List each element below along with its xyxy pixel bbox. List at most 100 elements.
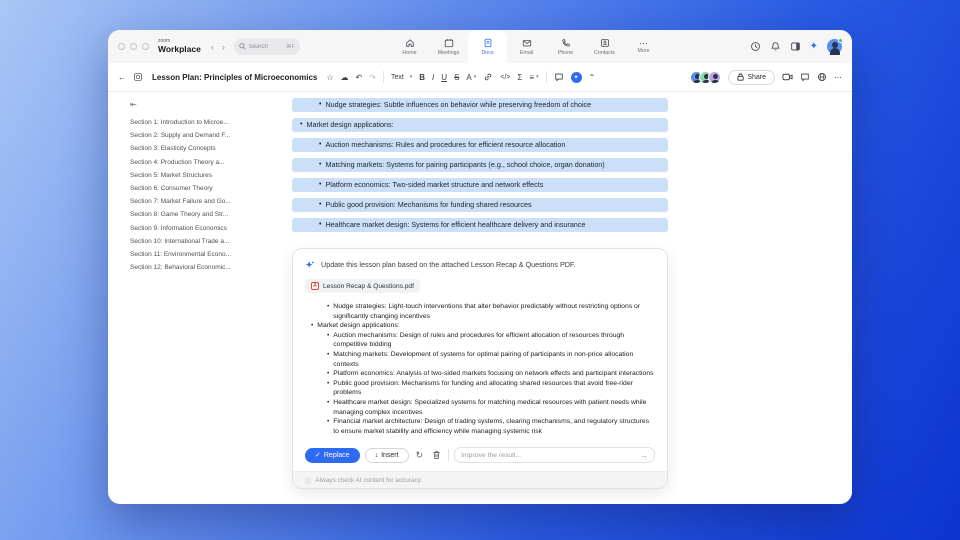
tab-meetings[interactable]: Meetings: [429, 30, 468, 63]
notifications-bell-icon[interactable]: [770, 41, 781, 52]
doc-home-icon[interactable]: [133, 72, 143, 82]
formula-button[interactable]: Σ: [517, 73, 522, 82]
tab-contacts[interactable]: Contacts: [585, 30, 624, 63]
user-avatar[interactable]: [827, 38, 843, 55]
sidebar-section-item[interactable]: Section 4: Production Theory a...: [130, 156, 280, 169]
highlighted-line[interactable]: Auction mechanisms: Rules and procedures…: [292, 138, 668, 152]
underline-button[interactable]: U: [441, 73, 447, 82]
tab-phone[interactable]: Phone: [546, 30, 585, 63]
code-button[interactable]: </>: [500, 74, 510, 81]
improve-result-input[interactable]: [461, 451, 636, 459]
app-window: zoom Workplace ‹ › Search ⌘F Home Meetin…: [108, 30, 852, 504]
favorite-star-icon[interactable]: ☆: [326, 73, 333, 82]
highlighted-line[interactable]: Nudge strategies: Subtle influences on b…: [292, 98, 668, 112]
sidebar-section-item[interactable]: Section 12: Behavioral Economic...: [130, 261, 280, 274]
email-icon: [522, 39, 531, 46]
tab-email[interactable]: Email: [507, 30, 546, 63]
minimize-window-button[interactable]: [130, 43, 137, 50]
maximize-window-button[interactable]: [142, 43, 149, 50]
undo-button[interactable]: ↶: [356, 73, 363, 82]
highlighted-line[interactable]: Market design applications:: [292, 118, 668, 132]
tab-more[interactable]: ⋯ More: [624, 30, 663, 63]
italic-button[interactable]: I: [432, 73, 434, 82]
document-title[interactable]: Lesson Plan: Principles of Microeconomic…: [152, 73, 317, 82]
sidebar-section-item[interactable]: Section 10: International Trade a...: [130, 235, 280, 248]
ai-result-bullet: Nudge strategies: Light-touch interventi…: [327, 302, 655, 321]
regenerate-button[interactable]: ↻: [414, 450, 426, 460]
sidebar-section-item[interactable]: Section 3: Elasticity Concepts: [130, 142, 280, 155]
sidebar-section-item[interactable]: Section 9: Information Economics: [130, 222, 280, 235]
redo-button[interactable]: ↷: [369, 73, 376, 82]
sidebar-section-item[interactable]: Section 2: Supply and Demand F...: [130, 129, 280, 142]
collapse-toolbar-button[interactable]: ⌃: [589, 73, 596, 82]
ai-result-bullet: Matching markets: Development of systems…: [327, 350, 655, 369]
side-panel-icon[interactable]: [790, 41, 801, 52]
highlighted-text-block: Nudge strategies: Subtle influences on b…: [292, 98, 668, 238]
ai-result-bullet: Market design applications:: [311, 321, 655, 331]
video-camera-icon[interactable]: [782, 72, 793, 82]
sidebar-section-item[interactable]: Section 11: Environmental Econo...: [130, 248, 280, 261]
close-window-button[interactable]: [118, 43, 125, 50]
home-icon: [405, 38, 414, 47]
comment-icon[interactable]: [554, 72, 564, 82]
highlighted-line[interactable]: Matching markets: Systems for pairing pa…: [292, 158, 668, 172]
highlighted-line[interactable]: Platform economics: Two-sided market str…: [292, 178, 668, 192]
collapse-sidebar-icon[interactable]: ⇤: [130, 100, 280, 109]
attachment-name: Lesson Recap & Questions.pdf: [323, 282, 414, 290]
ai-result-bullet: Platform economics: Analysis of two-side…: [327, 369, 655, 379]
tab-home[interactable]: Home: [390, 30, 429, 63]
collaborator-avatar: [708, 70, 722, 84]
replace-button[interactable]: ✓ Replace: [305, 447, 360, 463]
sidebar-section-item[interactable]: Section 1: Introduction to Microe...: [130, 116, 280, 129]
list-format-dropdown[interactable]: ≡ ▾: [529, 73, 538, 82]
nav-forward-button[interactable]: ›: [222, 42, 225, 52]
sidebar-section-item[interactable]: Section 6: Consumer Theory: [130, 182, 280, 195]
chevron-down-icon: ▾: [409, 74, 413, 80]
chat-icon[interactable]: [800, 72, 810, 82]
status-dot: [838, 38, 843, 43]
history-icon[interactable]: [750, 41, 761, 52]
trash-icon: [433, 451, 440, 459]
more-dots-icon: ⋯: [639, 37, 648, 48]
insert-button[interactable]: ↓ Insert: [364, 447, 409, 463]
chevron-down-icon: ▾: [473, 74, 477, 80]
more-options-button[interactable]: ⋯: [834, 73, 842, 82]
bold-button[interactable]: B: [419, 73, 425, 82]
delete-result-button[interactable]: [430, 450, 443, 460]
share-button[interactable]: Share: [728, 69, 775, 85]
strikethrough-button[interactable]: S: [454, 73, 459, 82]
chevron-down-icon: ▾: [536, 74, 539, 80]
sidebar-section-item[interactable]: Section 8: Game Theory and Str...: [130, 208, 280, 221]
back-button[interactable]: ←: [118, 73, 126, 82]
sidebar-section-item[interactable]: Section 7: Market Failure and Go...: [130, 195, 280, 208]
globe-icon[interactable]: [817, 72, 827, 82]
ai-sparkle-icon: [305, 261, 315, 268]
text-style-dropdown[interactable]: Text ▾: [391, 74, 412, 81]
ai-result-bullet: Financial market architecture: Design of…: [327, 417, 655, 436]
document-icon: [484, 38, 491, 47]
titlebar: zoom Workplace ‹ › Search ⌘F Home Meetin…: [108, 30, 852, 63]
ai-assistant-button[interactable]: ✦: [570, 71, 582, 83]
submit-arrow-icon[interactable]: →: [640, 451, 648, 460]
phone-icon: [561, 38, 570, 47]
text-color-dropdown[interactable]: A ▾: [466, 73, 476, 82]
outline-sidebar: ⇤ Section 1: Introduction to Microe... Se…: [108, 92, 280, 504]
ai-result-bullet: Auction mechanisms: Design of rules and …: [327, 331, 655, 350]
doc-toolbar: ← Lesson Plan: Principles of Microeconom…: [108, 63, 852, 92]
tab-docs[interactable]: Docs: [468, 30, 507, 63]
collaborator-avatars: [690, 70, 722, 84]
ai-result-bullet: Public good provision: Mechanisms for fu…: [327, 379, 655, 398]
down-arrow-icon: ↓: [374, 451, 379, 459]
attachment-chip[interactable]: A Lesson Recap & Questions.pdf: [305, 279, 420, 293]
document-canvas[interactable]: Nudge strategies: Subtle influences on b…: [280, 92, 852, 504]
cloud-status-icon: ☁: [340, 72, 349, 82]
ai-result-panel: Update this lesson plan based on the att…: [292, 248, 668, 489]
ai-companion-icon[interactable]: ✦: [810, 41, 818, 52]
sidebar-section-item[interactable]: Section 5: Market Structures: [130, 169, 280, 182]
highlighted-line[interactable]: Healthcare market design: Systems for ef…: [292, 218, 668, 232]
search-input[interactable]: Search ⌘F: [233, 38, 300, 55]
highlighted-line[interactable]: Public good provision: Mechanisms for fu…: [292, 198, 668, 212]
calendar-icon: [444, 38, 453, 47]
nav-back-button[interactable]: ‹: [211, 42, 214, 52]
link-icon[interactable]: [483, 72, 493, 82]
